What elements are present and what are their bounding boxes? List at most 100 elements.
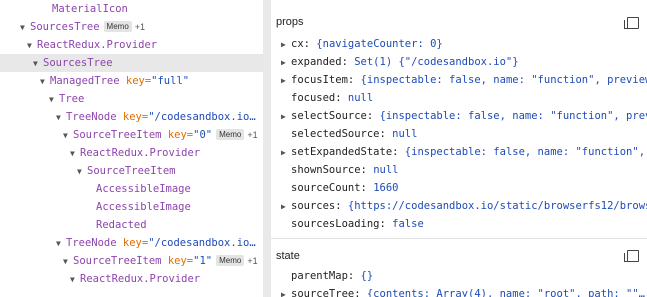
- expand-arrow-icon[interactable]: ▼: [40, 73, 50, 91]
- tree-row[interactable]: AccessibleImage: [0, 198, 263, 216]
- key-name: key=: [161, 129, 194, 141]
- expand-arrow-icon[interactable]: ▶: [281, 144, 291, 161]
- tree-row[interactable]: ▼ SourcesTree Memo +1: [0, 18, 263, 36]
- expand-arrow-icon[interactable]: ▼: [49, 91, 59, 109]
- hoc-count: +1: [247, 130, 258, 140]
- tree-row[interactable]: ▼ SourcesTree: [0, 54, 263, 72]
- prop-key: focused:: [291, 92, 348, 104]
- prop-value: null: [347, 92, 374, 104]
- expand-arrow-icon[interactable]: ▶: [281, 108, 291, 125]
- pane-divider[interactable]: [263, 0, 271, 297]
- prop-value: null: [392, 128, 418, 140]
- tree-row[interactable]: ▼ ReactRedux.Provider: [0, 144, 263, 162]
- component-name: Redacted: [96, 219, 147, 231]
- prop-value: {inspectable: false, name: "function", …: [404, 146, 647, 158]
- prop-value: null: [373, 164, 399, 176]
- prop-value: {inspectable: false, name: "function", p…: [360, 74, 647, 86]
- key-value: "1": [193, 255, 213, 267]
- state-title: state: [276, 250, 300, 262]
- expand-arrow-icon[interactable]: ▼: [77, 163, 87, 181]
- prop-row[interactable]: ▶ sourceTree: {contents: Array(4), name: …: [271, 285, 647, 297]
- expand-arrow-icon[interactable]: ▶: [281, 286, 291, 297]
- key-name: key=: [116, 111, 149, 123]
- tree-row[interactable]: AccessibleImage: [0, 180, 263, 198]
- prop-value: false: [392, 218, 424, 230]
- prop-key: sourceTree:: [291, 288, 367, 297]
- prop-row[interactable]: ▶ expanded: Set(1) {"/codesandbox.io"}: [271, 53, 647, 71]
- key-name: key=: [161, 255, 194, 267]
- component-name: SourcesTree: [30, 21, 100, 33]
- prop-key: selectedSource:: [291, 128, 393, 140]
- expand-arrow-icon[interactable]: ▼: [63, 127, 73, 145]
- component-name: ReactRedux.Provider: [80, 273, 201, 285]
- memo-badge: Memo: [103, 21, 132, 32]
- tree-row[interactable]: ▼ Tree: [0, 90, 263, 108]
- copy-state-icon[interactable]: [624, 250, 639, 262]
- expand-arrow-icon[interactable]: ▼: [20, 19, 30, 37]
- prop-row[interactable]: ▶ sources: {https://codesandbox.io/static…: [271, 197, 647, 215]
- prop-value: {inspectable: false, name: "function", p…: [379, 110, 647, 122]
- prop-row[interactable]: sourceCount: 1660: [271, 179, 647, 197]
- tree-row[interactable]: ▼ ManagedTree key="full": [0, 72, 263, 90]
- key-name: key=: [116, 237, 149, 249]
- component-name: TreeNode: [66, 237, 117, 249]
- prop-key: expanded:: [291, 56, 355, 68]
- expand-arrow-icon[interactable]: ▼: [70, 271, 80, 289]
- inspector-panel: props ▶ cx: {navigateCounter: 0} ▶ expanded…: [271, 0, 647, 297]
- hoc-count: +1: [247, 256, 258, 266]
- component-name: ReactRedux.Provider: [80, 147, 201, 159]
- prop-row[interactable]: shownSource: null: [271, 161, 647, 179]
- expand-arrow-icon[interactable]: ▶: [281, 36, 291, 53]
- prop-key: cx:: [291, 38, 317, 50]
- component-name: SourceTreeItem: [73, 129, 162, 141]
- tree-row[interactable]: ▼ SourceTreeItem key="0" Memo +1: [0, 126, 263, 144]
- prop-row[interactable]: sourcesLoading: false: [271, 215, 647, 233]
- props-header: props: [271, 11, 647, 33]
- component-name: SourcesTree: [43, 57, 113, 69]
- tree-row[interactable]: ▼ TreeNode key="/codesandbox.io… ": [0, 108, 263, 126]
- prop-row[interactable]: ▶ selectSource: {inspectable: false, name…: [271, 107, 647, 125]
- prop-key: focusItem:: [291, 74, 361, 86]
- prop-row[interactable]: ▶ cx: {navigateCounter: 0}: [271, 35, 647, 53]
- hoc-count: +1: [134, 22, 146, 32]
- component-tree: MaterialIcon ▼ SourcesTree Memo +1 ▼ ReactRedu…: [0, 0, 263, 297]
- prop-value: 1660: [373, 182, 399, 194]
- expand-arrow-icon[interactable]: ▼: [56, 235, 66, 253]
- expand-arrow-icon[interactable]: ▶: [281, 72, 291, 89]
- tree-row[interactable]: MaterialIcon: [0, 0, 263, 18]
- prop-row[interactable]: selectedSource: null: [271, 125, 647, 143]
- expand-arrow-icon[interactable]: ▶: [281, 54, 291, 71]
- prop-key: sources:: [291, 200, 348, 212]
- prop-key: selectSource:: [291, 110, 380, 122]
- expand-arrow-icon[interactable]: ▼: [33, 55, 43, 73]
- prop-key: sourcesLoading:: [291, 218, 393, 230]
- expand-arrow-icon[interactable]: ▼: [63, 253, 73, 271]
- tree-row[interactable]: ▼ SourceTreeItem: [0, 162, 263, 180]
- expand-arrow-icon[interactable]: ▼: [56, 109, 66, 127]
- key-value: "/codesandbox.io… ": [148, 237, 263, 249]
- prop-value: Set(1) {"/codesandbox.io"}: [354, 56, 519, 68]
- tree-row[interactable]: ▼ ReactRedux.Provider: [0, 270, 263, 288]
- copy-props-icon[interactable]: [624, 17, 639, 29]
- prop-row[interactable]: focused: null: [271, 89, 647, 107]
- prop-row[interactable]: ▶ setExpandedState: {inspectable: false, …: [271, 143, 647, 161]
- key-value: "0": [193, 129, 213, 141]
- prop-key: sourceCount:: [291, 182, 374, 194]
- prop-row[interactable]: parentMap: {}: [271, 267, 647, 285]
- tree-row[interactable]: ▼ SourceTreeItem key="1" Memo +1: [0, 252, 263, 270]
- props-title: props: [276, 16, 304, 28]
- key-value: "full": [151, 75, 190, 87]
- expand-arrow-icon[interactable]: ▼: [27, 37, 37, 55]
- prop-value: {navigateCounter: 0}: [316, 38, 443, 50]
- prop-row[interactable]: ▶ focusItem: {inspectable: false, name: "…: [271, 71, 647, 89]
- prop-value: {https://codesandbox.io/static/browserfs…: [347, 200, 647, 212]
- component-name: MaterialIcon: [52, 3, 128, 15]
- tree-row[interactable]: ▼ TreeNode key="/codesandbox.io… ": [0, 234, 263, 252]
- key-value: "/codesandbox.io… ": [148, 111, 263, 123]
- tree-row[interactable]: ▼ ReactRedux.Provider: [0, 36, 263, 54]
- expand-arrow-icon[interactable]: ▼: [70, 145, 80, 163]
- tree-row[interactable]: Redacted: [0, 216, 263, 234]
- memo-badge: Memo: [216, 129, 245, 140]
- expand-arrow-icon[interactable]: ▶: [281, 198, 291, 215]
- component-name: Tree: [59, 93, 85, 105]
